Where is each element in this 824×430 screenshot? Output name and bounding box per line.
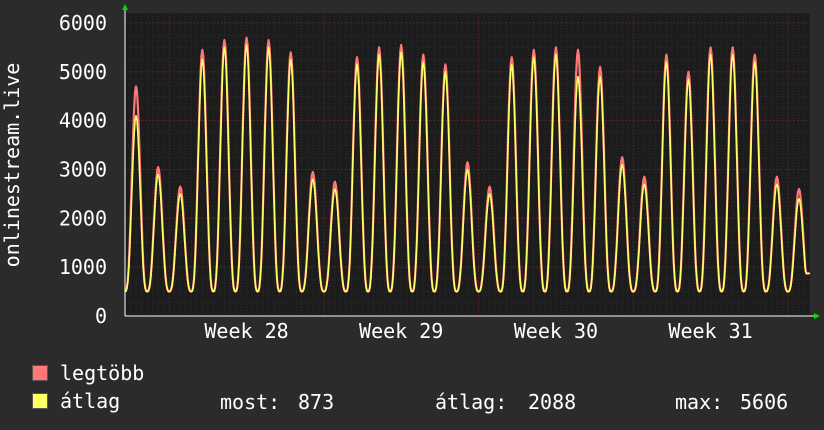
legend-label-avg: átlag (60, 389, 121, 413)
y-tick-label: 1000 (59, 255, 107, 279)
y-tick-label: 2000 (59, 206, 107, 230)
legend-label-max: legtöbb (60, 361, 145, 385)
y-axis-label: onlinestream.live (0, 63, 24, 268)
legend-swatch-avg (32, 393, 48, 409)
y-tick-label: 5000 (59, 60, 107, 84)
stat-current-value: 873 (298, 390, 335, 414)
x-axis-arrow-icon (814, 313, 820, 319)
legend-item-max: legtöbb (32, 361, 145, 385)
stat-avg-value: 2088 (528, 390, 577, 414)
stat-max-value: 5606 (740, 390, 789, 414)
x-tick-label: Week 28 (204, 319, 288, 343)
stat-max-label: max: (675, 390, 724, 414)
y-tick-label: 3000 (59, 158, 107, 182)
legend-swatch-max (32, 365, 48, 381)
stat-avg-label: átlag: (435, 390, 508, 414)
y-tick-label: 0 (95, 304, 107, 328)
legend-item-avg: átlag (32, 389, 121, 413)
rrd-chart: 0 1000 2000 3000 4000 5000 6000 Week 28 Week 29 W… (0, 4, 820, 343)
stat-current-label: most: (220, 390, 281, 414)
y-tick-label: 6000 (59, 11, 107, 35)
x-tick-label: Week 31 (668, 319, 752, 343)
x-tick-label: Week 30 (514, 319, 598, 343)
y-axis-arrow-icon (122, 4, 128, 10)
x-tick-label: Week 29 (359, 319, 443, 343)
y-tick-label: 4000 (59, 109, 107, 133)
chart-root: 0 1000 2000 3000 4000 5000 6000 Week 28 Week 29 W… (0, 0, 824, 430)
